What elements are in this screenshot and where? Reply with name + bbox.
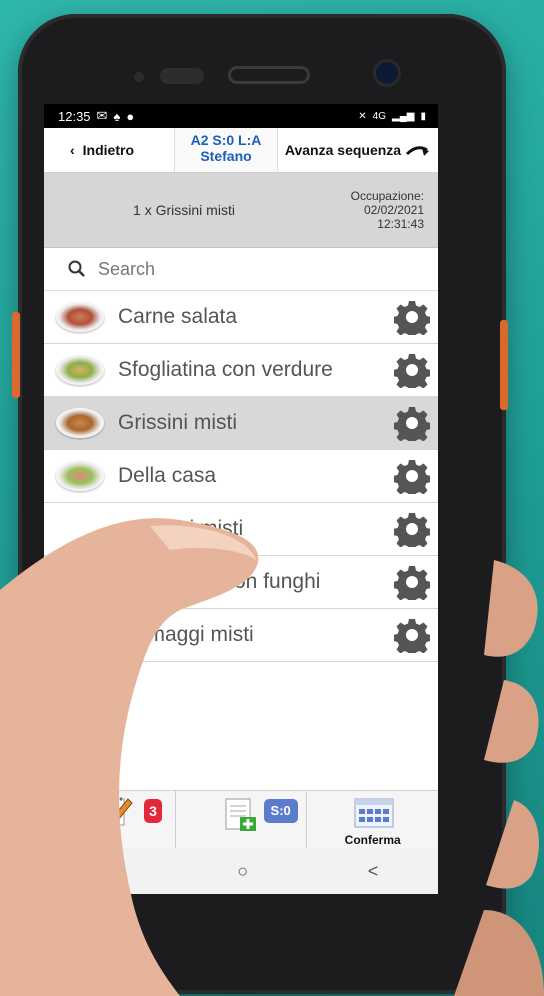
sequence-tab[interactable]: S:0 (176, 791, 308, 849)
sequence-badge: S:0 (263, 799, 298, 823)
android-nav-bar: ||| ○ < (44, 848, 438, 894)
occupation-time: 12:31:43 (377, 217, 424, 231)
item-label: mi misti (172, 517, 244, 540)
advance-label: Avanza sequenza (284, 142, 402, 158)
calendar-icon (354, 798, 394, 828)
earpiece-speaker (228, 66, 310, 84)
sensor-dot (134, 72, 144, 82)
title-line2: Stefano (200, 148, 252, 164)
articles-label: Articoli (80, 833, 122, 847)
side-button-left (12, 312, 20, 398)
mute-icon: ✕ (358, 110, 367, 122)
app-icon: ● (126, 108, 135, 124)
item-label: Carne salata (118, 305, 238, 328)
curved-arrow-icon (406, 146, 430, 156)
back-nav-button[interactable]: < (368, 861, 379, 882)
sensor-pill (160, 68, 204, 84)
gear-icon[interactable] (394, 352, 430, 388)
network-label: 4G (372, 110, 387, 122)
app-screen: 12:35 ✉ ♠ ● ✕ 4G ▂▄▆ ▮ ‹ Indietro A2 S:0… (44, 104, 438, 894)
dish-thumbnail (56, 302, 104, 332)
list-item[interactable]: Della casa (44, 450, 438, 503)
confirm-label: Conferma (344, 833, 401, 847)
list-item[interactable]: on funghi (44, 556, 438, 609)
chevron-left-icon: ‹ (70, 142, 75, 158)
search-bar[interactable]: Search (44, 248, 438, 291)
occupation-date: 02/02/2021 (363, 203, 424, 217)
advance-sequence-button[interactable]: Avanza sequenza (278, 128, 438, 172)
table-title: A2 S:0 L:A Stefano (174, 128, 278, 172)
order-summary: 1 x Grissini misti Occupazione: 02/02/20… (44, 173, 438, 248)
bottom-toolbar: 3 Articoli S:0 Conferma (44, 790, 438, 849)
gear-icon[interactable] (394, 405, 430, 441)
item-label: on funghi (234, 570, 321, 593)
list-item[interactable]: mi misti (44, 503, 438, 556)
back-button[interactable]: ‹ Indietro (44, 128, 174, 172)
side-button-right (500, 320, 508, 410)
list-item[interactable]: Sfogliatina con verdure (44, 344, 438, 397)
phone-top-bezel (78, 54, 438, 94)
dish-thumbnail (56, 408, 104, 438)
message-icon: ✉ (96, 108, 108, 123)
dish-thumbnail (56, 461, 104, 491)
title-line1: A2 S:0 L:A (190, 132, 262, 148)
occupation-label: Occupazione: (350, 189, 424, 203)
search-icon (68, 260, 85, 277)
status-bar: 12:35 ✉ ♠ ● ✕ 4G ▂▄▆ ▮ (44, 104, 438, 128)
item-label: Sfogliatina con verdure (118, 358, 333, 381)
list-item[interactable]: Carne salata (44, 291, 438, 344)
home-button[interactable]: ○ (237, 861, 248, 882)
dish-thumbnail (56, 355, 104, 385)
status-time: 12:35 (58, 108, 91, 124)
confirm-tab[interactable]: Conferma (307, 791, 438, 849)
signal-icon: ▂▄▆ (392, 110, 415, 122)
gear-icon[interactable] (394, 511, 430, 547)
summary-item: 1 x Grissini misti (133, 202, 235, 218)
gear-icon[interactable] (394, 564, 430, 600)
gear-icon[interactable] (394, 458, 430, 494)
menu-list: Carne salata Sfogliatina con verdure Gri… (44, 291, 438, 662)
item-label: Della casa (118, 464, 217, 487)
list-item-selected[interactable]: Grissini misti (44, 397, 438, 450)
notification-icon: ♠ (113, 108, 121, 124)
search-placeholder: Search (98, 258, 156, 279)
front-camera-icon (376, 62, 398, 84)
header-bar: ‹ Indietro A2 S:0 L:A Stefano Avanza seq… (44, 128, 438, 173)
battery-icon: ▮ (420, 110, 426, 122)
articles-tab[interactable]: 3 Articoli (44, 791, 176, 849)
add-document-icon (225, 798, 256, 831)
notepad-pencil-icon (87, 797, 133, 826)
item-label: Formaggi misti (116, 623, 254, 646)
item-label: Grissini misti (118, 411, 237, 434)
occupation-info: Occupazione: 02/02/2021 12:31:43 (314, 189, 438, 231)
back-label: Indietro (82, 142, 135, 158)
articles-count-badge: 3 (144, 799, 162, 823)
recent-apps-button[interactable]: ||| (104, 861, 118, 882)
list-item[interactable]: Formaggi misti (44, 609, 438, 662)
gear-icon[interactable] (394, 299, 430, 335)
gear-icon[interactable] (394, 617, 430, 653)
